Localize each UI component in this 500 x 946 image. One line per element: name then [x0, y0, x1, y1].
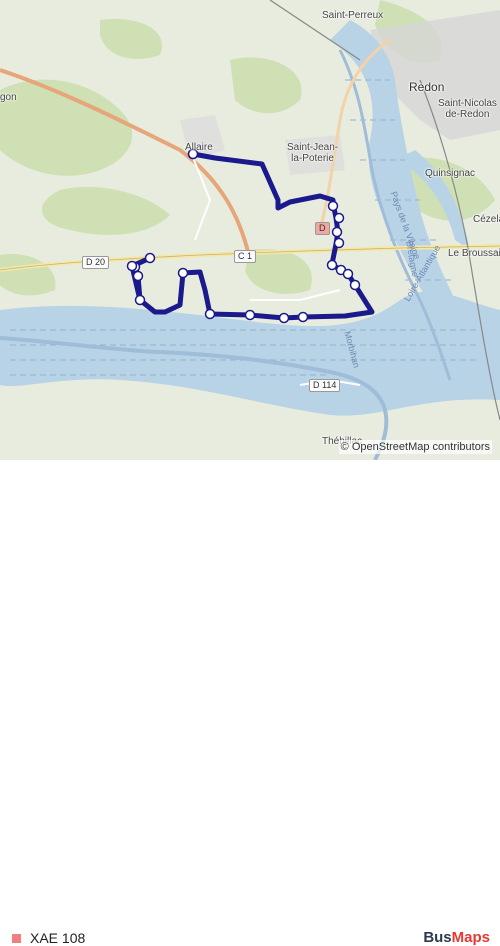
- route-legend: XAE 108 BusMaps: [0, 460, 500, 946]
- map-attribution[interactable]: © OpenStreetMap contributors: [338, 440, 492, 454]
- place-label-redon: Redon: [409, 80, 445, 94]
- place-label-saint-nicolas: Saint-Nicolas de-Redon: [438, 98, 497, 120]
- place-label-allaire: Allaire: [185, 142, 213, 153]
- road-label-d: D: [315, 222, 330, 235]
- bus-stop-marker[interactable]: [244, 309, 256, 321]
- bus-stop-marker[interactable]: [126, 260, 138, 272]
- bus-stop-marker[interactable]: [177, 267, 189, 279]
- bus-stop-marker[interactable]: [333, 212, 345, 224]
- map-view[interactable]: Saint-Perreux Redon gon Saint-Nicolas de…: [0, 0, 500, 460]
- map-canvas: [0, 0, 500, 460]
- bus-stop-marker[interactable]: [297, 311, 309, 323]
- bus-stop-marker[interactable]: [342, 268, 354, 280]
- attribution-text: © OpenStreetMap contributors: [340, 441, 490, 453]
- place-label-le-broussais: Le Broussai: [448, 248, 500, 259]
- place-label-cezela: Cézela: [473, 214, 500, 225]
- place-label-saint-perreux: Saint-Perreux: [322, 10, 384, 21]
- route-color-swatch: [12, 934, 21, 943]
- brand-part-1: Bus: [423, 929, 452, 946]
- bus-stop-marker[interactable]: [333, 237, 345, 249]
- busmaps-logo[interactable]: BusMaps: [423, 929, 490, 946]
- bus-stop-marker[interactable]: [326, 259, 338, 271]
- route-name: XAE 108: [30, 930, 86, 946]
- road-label-d20: D 20: [82, 256, 110, 269]
- road-label-d114: D 114: [309, 379, 341, 392]
- brand-part-2: Maps: [451, 929, 490, 946]
- bus-stop-marker[interactable]: [132, 270, 144, 282]
- place-label-saint-jean: Saint-Jean- la-Poterie: [287, 142, 339, 164]
- place-label-quinsignac: Quinsignac: [425, 168, 476, 179]
- bus-stop-marker[interactable]: [327, 200, 339, 212]
- bus-stop-marker[interactable]: [204, 308, 216, 320]
- road-label-c1: C 1: [234, 250, 257, 263]
- bus-stop-marker[interactable]: [144, 252, 156, 264]
- bus-stop-marker[interactable]: [134, 294, 146, 306]
- place-label-gon: gon: [0, 92, 17, 103]
- bus-stop-marker[interactable]: [349, 279, 361, 291]
- bus-stop-marker[interactable]: [331, 226, 343, 238]
- bus-stop-marker[interactable]: [278, 312, 290, 324]
